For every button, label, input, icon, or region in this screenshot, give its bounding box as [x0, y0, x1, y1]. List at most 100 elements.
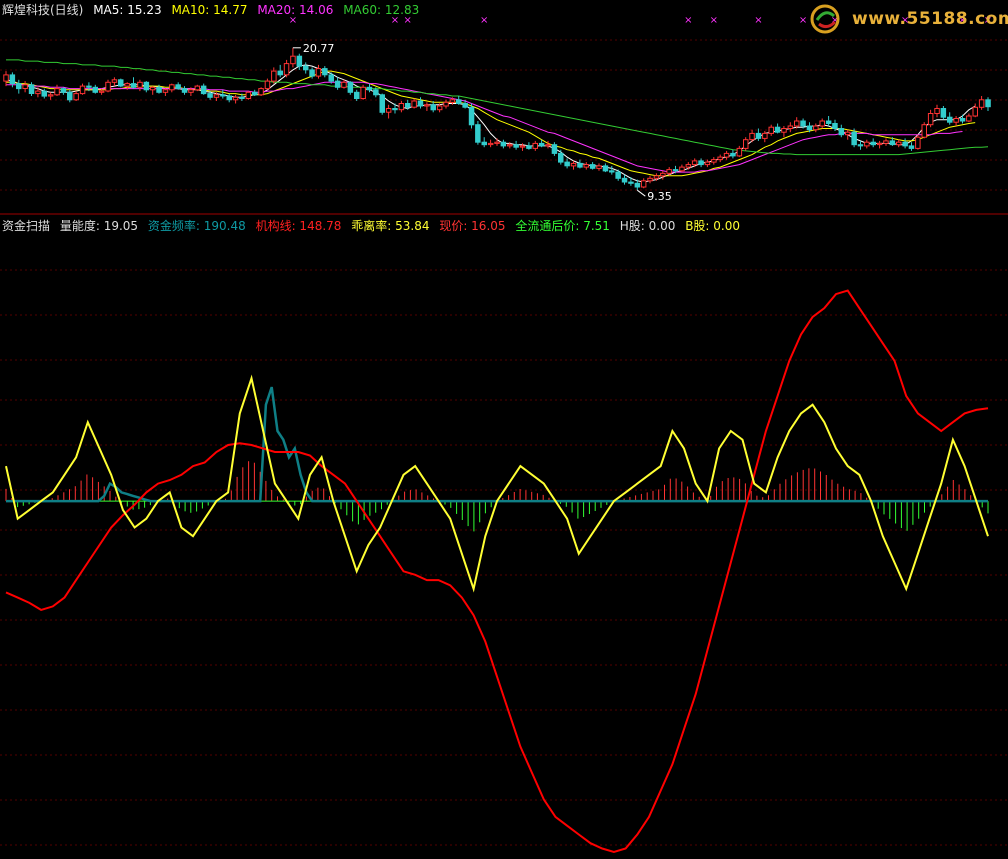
candle-body	[347, 81, 354, 93]
ma10-label: MA10: 14.77	[171, 3, 248, 17]
candle-body	[411, 100, 417, 108]
candle	[787, 122, 794, 133]
candle-body	[9, 74, 16, 85]
candle-body	[98, 90, 105, 93]
candle	[921, 122, 927, 139]
candle-body	[456, 99, 462, 105]
current-price-label: 现价: 16.05	[439, 219, 506, 233]
candle-body	[806, 125, 813, 131]
candle-body	[679, 166, 685, 172]
candle	[175, 82, 181, 90]
candle-body	[813, 125, 819, 131]
candle	[283, 59, 290, 78]
candle	[934, 104, 940, 118]
candle-body	[762, 132, 768, 139]
candle-body	[309, 69, 315, 77]
candle	[347, 81, 354, 95]
candle	[341, 79, 347, 89]
candle-body	[149, 86, 156, 91]
institution-line-label: 机构线: 148.78	[255, 219, 342, 233]
candle-body	[513, 144, 519, 148]
candle	[494, 138, 500, 146]
candle-body	[111, 79, 118, 83]
candle-body	[800, 120, 806, 127]
candle-body	[902, 141, 908, 147]
candle-body	[341, 81, 347, 88]
candle-body	[79, 85, 86, 95]
candle-body	[137, 81, 143, 88]
candle-body	[851, 131, 857, 146]
candle-body	[532, 142, 538, 149]
candle-body	[691, 160, 698, 166]
candle	[551, 142, 558, 156]
candle-body	[666, 169, 672, 174]
candle-body	[551, 144, 558, 154]
candle	[526, 142, 532, 150]
candle	[379, 93, 385, 115]
signal-marker: ×	[684, 15, 692, 26]
candle-body	[3, 74, 9, 82]
candle	[303, 62, 309, 74]
candle-body	[35, 90, 41, 95]
ma20-label: MA20: 14.06	[257, 3, 334, 17]
candle	[876, 140, 883, 149]
logo-text: www.55188.com	[852, 9, 1008, 29]
candle-body	[443, 101, 449, 107]
candle	[143, 81, 150, 93]
candle-body	[481, 141, 487, 146]
candle-body	[876, 142, 883, 146]
ma60-label: MA60: 12.83	[343, 3, 420, 17]
candle-body	[870, 141, 876, 146]
candle	[883, 138, 889, 146]
site-logo: www.55188.com	[808, 4, 1008, 34]
candle-body	[615, 171, 621, 179]
candle-body	[896, 141, 902, 146]
candle-body	[832, 123, 838, 129]
candle-body	[296, 55, 303, 67]
candle-body	[226, 95, 232, 101]
candle-body	[749, 132, 755, 141]
candle	[245, 91, 252, 100]
ma-lines	[5, 59, 989, 183]
candle	[813, 123, 819, 133]
candle-body	[220, 94, 226, 97]
candle-body	[188, 89, 194, 93]
candle	[181, 86, 188, 95]
candle	[487, 139, 494, 148]
candle-body	[303, 65, 309, 71]
candle	[360, 84, 366, 100]
candle	[825, 116, 832, 126]
candle	[915, 134, 921, 150]
candle	[28, 82, 35, 96]
candle	[16, 79, 22, 94]
candle	[723, 150, 730, 160]
stock-chart: × × × × × × × × × × × × 20.779.35	[0, 15, 1008, 854]
candle	[609, 165, 615, 175]
grid	[0, 39, 1008, 846]
post-circulation-label: 全流通后价: 7.51	[515, 219, 610, 233]
candle-body	[47, 94, 54, 97]
candle-body	[743, 139, 749, 149]
candle-body	[264, 80, 271, 90]
candle-body	[328, 74, 334, 82]
candle-body	[519, 145, 526, 148]
candle-body	[921, 124, 927, 138]
candle	[252, 89, 258, 96]
candle-body	[194, 85, 201, 91]
indicator-panel	[5, 289, 989, 854]
candle-body	[239, 96, 245, 100]
candle-body	[959, 118, 966, 122]
candle-body	[424, 104, 430, 107]
signal-marker: ×	[480, 15, 488, 26]
candle-body	[232, 96, 239, 101]
candle	[570, 160, 577, 170]
candle-body	[290, 55, 296, 65]
candle-body	[787, 125, 794, 129]
candle-body	[258, 88, 264, 96]
candle-body	[947, 116, 953, 123]
candle-body	[60, 88, 67, 93]
candle	[679, 164, 685, 173]
candle	[92, 84, 98, 94]
candle	[200, 83, 207, 95]
candle	[583, 162, 589, 170]
